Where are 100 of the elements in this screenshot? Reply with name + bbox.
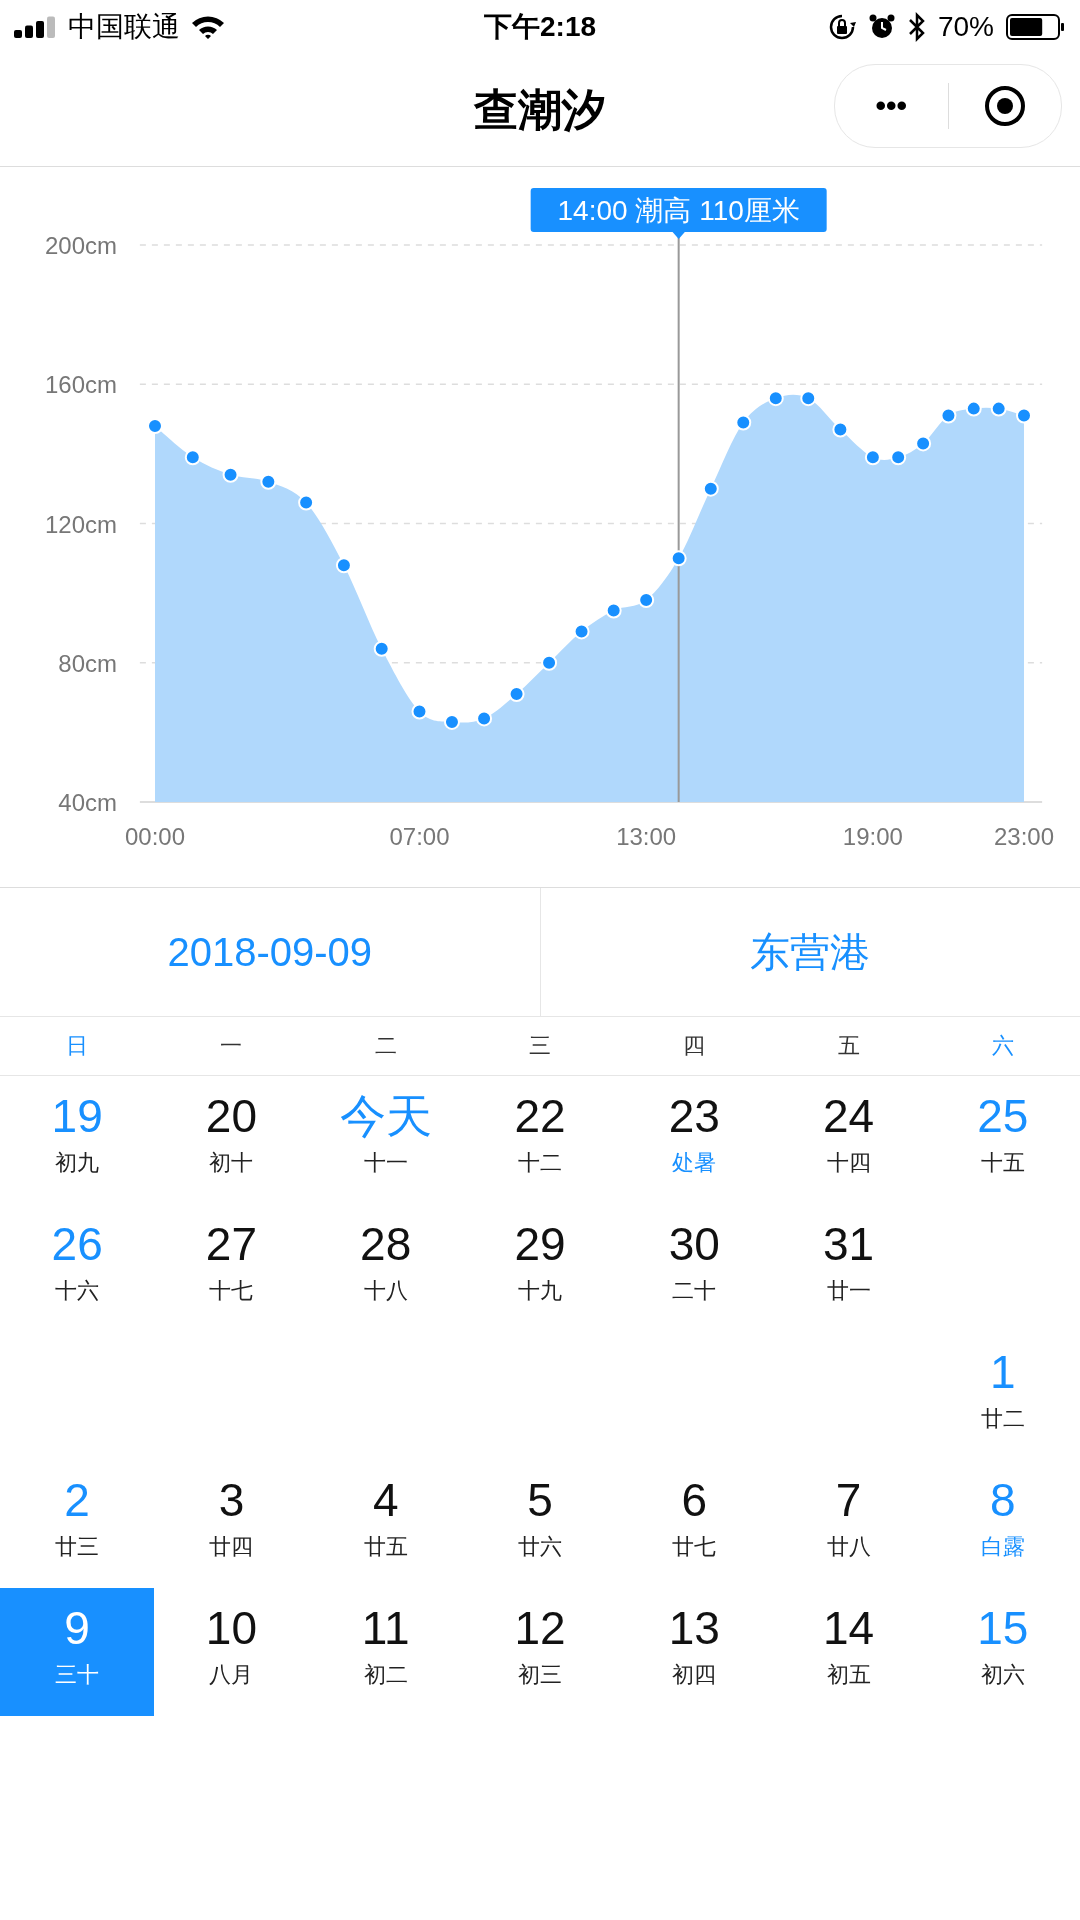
data-point xyxy=(476,710,493,727)
lunar-date: 二十 xyxy=(672,1277,717,1305)
status-time: 下午2:18 xyxy=(484,11,597,42)
calendar-day[interactable]: 31 廿一 xyxy=(771,1204,926,1332)
day-number: 1 xyxy=(990,1346,1016,1398)
data-point xyxy=(990,400,1007,417)
data-point xyxy=(890,449,907,466)
data-point xyxy=(541,654,558,671)
calendar-day[interactable]: 30 二十 xyxy=(617,1204,772,1332)
weekday-label: 二 xyxy=(373,1032,398,1060)
lunar-date: 处暑 xyxy=(672,1149,717,1177)
lunar-date: 廿四 xyxy=(209,1533,254,1561)
day-number: 11 xyxy=(361,1602,410,1654)
alarm-icon xyxy=(867,13,896,41)
x-axis-label: 07:00 xyxy=(389,823,450,850)
lunar-date: 初九 xyxy=(55,1149,100,1177)
lunar-date: 初二 xyxy=(363,1661,408,1689)
lunar-date: 十六 xyxy=(55,1277,100,1305)
day-number: 6 xyxy=(681,1474,708,1526)
calendar-day[interactable]: 12 初三 xyxy=(462,1588,618,1716)
lunar-date: 廿八 xyxy=(826,1533,871,1561)
data-point xyxy=(373,640,390,657)
calendar-day[interactable]: 7 廿八 xyxy=(771,1460,926,1588)
annotation: 14:00 潮高 110厘米 xyxy=(557,195,800,226)
day-number: 28 xyxy=(360,1218,412,1270)
calendar-day[interactable]: 28 十八 xyxy=(308,1204,463,1332)
calendar-day[interactable]: 20 初十 xyxy=(154,1076,309,1204)
lunar-date: 白露 xyxy=(980,1533,1025,1561)
data-point xyxy=(411,703,428,720)
x-axis-label: 23:00 xyxy=(993,823,1055,850)
bluetooth-icon xyxy=(907,12,926,42)
weekday-label: 三 xyxy=(528,1032,552,1060)
data-point xyxy=(1016,407,1032,424)
rotation-lock-icon xyxy=(827,13,856,41)
battery-percent: 70% xyxy=(937,11,994,43)
calendar-day[interactable]: 5 廿六 xyxy=(462,1460,618,1588)
weekday-label: 日 xyxy=(65,1032,90,1060)
calendar-day[interactable]: 25 十五 xyxy=(925,1076,1080,1204)
day-number: 12 xyxy=(514,1602,566,1654)
day-number: 30 xyxy=(668,1218,720,1270)
y-axis-label: 200cm xyxy=(44,232,117,259)
lunar-date: 廿六 xyxy=(518,1533,562,1561)
day-number: 27 xyxy=(205,1218,257,1270)
calendar-day[interactable]: 22 十二 xyxy=(462,1076,618,1204)
day-number: 3 xyxy=(218,1474,245,1526)
lunar-date: 十九 xyxy=(518,1277,562,1305)
calendar-day[interactable]: 1 廿二 xyxy=(925,1332,1080,1460)
day-number: 今天 xyxy=(339,1090,432,1142)
calendar-day[interactable]: 6 廿七 xyxy=(617,1460,772,1588)
y-axis-label: 120cm xyxy=(44,510,117,538)
calendar-day[interactable]: 26 十六 xyxy=(0,1204,155,1332)
data-point xyxy=(222,466,239,483)
day-number: 26 xyxy=(51,1218,103,1270)
data-point xyxy=(915,435,932,452)
calendar-day[interactable]: 15 初六 xyxy=(925,1588,1080,1716)
calendar-day[interactable]: 3 廿四 xyxy=(154,1460,309,1588)
calendar-day[interactable]: 13 初四 xyxy=(617,1588,772,1716)
lunar-date: 廿三 xyxy=(55,1533,100,1561)
data-point xyxy=(702,480,719,497)
day-number: 2 xyxy=(64,1474,90,1526)
lunar-date: 十五 xyxy=(980,1149,1025,1177)
target-icon xyxy=(982,84,1027,128)
data-point xyxy=(800,390,817,407)
data-point xyxy=(940,407,957,424)
lunar-date: 廿七 xyxy=(672,1533,717,1561)
calendar-day[interactable]: 24 十四 xyxy=(771,1076,926,1204)
calendar-day[interactable]: 2 廿三 xyxy=(0,1460,155,1588)
lunar-date: 廿五 xyxy=(363,1533,408,1561)
data-point xyxy=(573,623,590,640)
data-point xyxy=(147,418,163,435)
lunar-date: 十一 xyxy=(363,1149,408,1177)
day-number: 23 xyxy=(668,1090,720,1142)
data-point xyxy=(832,421,849,438)
calendar-day[interactable]: 10 八月 xyxy=(154,1588,309,1716)
y-axis-label: 80cm xyxy=(58,649,117,677)
data-point xyxy=(864,449,881,466)
weekday-label: 五 xyxy=(836,1032,861,1060)
day-number: 29 xyxy=(514,1218,566,1270)
lunar-date: 廿二 xyxy=(980,1405,1025,1433)
more-button[interactable]: ••• xyxy=(835,65,948,147)
calendar-day[interactable]: 23 处暑 xyxy=(617,1076,772,1204)
day-number: 25 xyxy=(977,1090,1029,1142)
carrier-name: 中国联通 xyxy=(68,10,180,44)
calendar-day[interactable]: 今天 十一 xyxy=(308,1076,463,1204)
signal-icon xyxy=(14,16,58,38)
calendar-day[interactable]: 14 初五 xyxy=(771,1588,926,1716)
calendar-day[interactable]: 29 十九 xyxy=(462,1204,618,1332)
x-axis-label: 00:00 xyxy=(124,823,186,850)
day-number: 15 xyxy=(977,1602,1029,1654)
day-number: 5 xyxy=(527,1474,553,1526)
calendar-day[interactable]: 11 初二 xyxy=(308,1588,463,1716)
data-point xyxy=(965,400,982,417)
calendar-day[interactable]: 27 十七 xyxy=(154,1204,309,1332)
day-number: 4 xyxy=(372,1474,399,1526)
calendar-day[interactable]: 4 廿五 xyxy=(308,1460,463,1588)
y-axis-label: 40cm xyxy=(58,789,117,816)
data-point xyxy=(670,550,687,567)
data-point xyxy=(443,713,460,730)
calendar-day[interactable]: 19 初九 xyxy=(0,1076,155,1204)
data-point xyxy=(184,449,201,466)
